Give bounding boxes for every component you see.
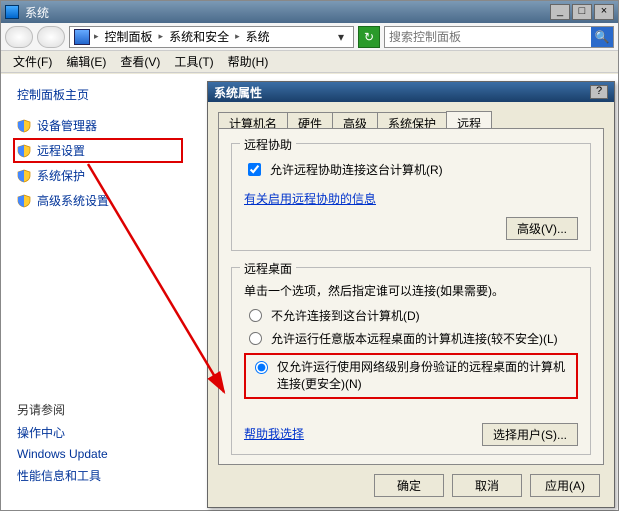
nav-back-button[interactable] — [5, 26, 33, 48]
menu-help[interactable]: 帮助(H) — [222, 51, 275, 72]
rd-option-deny[interactable]: 不允许连接到这台计算机(D) — [244, 307, 578, 324]
search-box: 🔍 — [384, 26, 614, 48]
chevron-right-icon: ▸ — [159, 31, 164, 42]
allow-remote-assistance-checkbox[interactable] — [248, 163, 261, 176]
dialog-titlebar: 系统属性 ? — [208, 82, 614, 102]
remote-assistance-info-link[interactable]: 有关启用远程协助的信息 — [244, 190, 376, 207]
dialog-help-button[interactable]: ? — [590, 85, 608, 99]
remote-desktop-instruction: 单击一个选项，然后指定谁可以连接(如果需要)。 — [244, 282, 578, 299]
window-titlebar: 系统 _ □ × — [1, 1, 618, 23]
group-remote-desktop: 远程桌面 单击一个选项，然后指定谁可以连接(如果需要)。 不允许连接到这台计算机… — [231, 267, 591, 455]
sidebar-header[interactable]: 控制面板主页 — [13, 86, 183, 103]
sidebar-item-label: 远程设置 — [37, 142, 85, 159]
cancel-button[interactable]: 取消 — [452, 474, 522, 497]
ok-button[interactable]: 确定 — [374, 474, 444, 497]
highlighted-option: 仅允许运行使用网络级别身份验证的远程桌面的计算机连接(更安全)(N) — [244, 353, 578, 399]
tab-panel-remote: 远程协助 允许远程协助连接这台计算机(R) 有关启用远程协助的信息 高级(V).… — [218, 128, 604, 465]
apply-button[interactable]: 应用(A) — [530, 474, 600, 497]
radio-label: 仅允许运行使用网络级别身份验证的远程桌面的计算机连接(更安全)(N) — [277, 359, 572, 393]
search-icon[interactable]: 🔍 — [591, 27, 613, 47]
chevron-right-icon: ▸ — [235, 31, 240, 42]
chevron-right-icon: ▸ — [94, 31, 99, 42]
breadcrumb-segment[interactable]: 控制面板 — [103, 28, 155, 45]
sidebar-item-remote-settings[interactable]: 远程设置 — [13, 138, 183, 163]
nav-forward-button[interactable] — [37, 26, 65, 48]
shield-icon — [17, 119, 31, 133]
shield-icon — [17, 144, 31, 158]
shield-icon — [17, 194, 31, 208]
breadcrumb-segment[interactable]: 系统 — [244, 28, 272, 45]
sidebar-item-label: 系统保护 — [37, 167, 85, 184]
breadcrumb-dropdown[interactable]: ▾ — [333, 30, 349, 44]
search-input[interactable] — [385, 30, 591, 44]
rd-option-any-version[interactable]: 允许运行任意版本远程桌面的计算机连接(较不安全)(L) — [244, 330, 578, 347]
menu-edit[interactable]: 编辑(E) — [60, 51, 112, 72]
help-me-choose-link[interactable]: 帮助我选择 — [244, 425, 304, 442]
sidebar-item-system-protection[interactable]: 系统保护 — [13, 163, 183, 188]
group-legend: 远程桌面 — [240, 260, 296, 277]
radio-label: 允许运行任意版本远程桌面的计算机连接(较不安全)(L) — [271, 330, 558, 347]
group-remote-assistance: 远程协助 允许远程协助连接这台计算机(R) 有关启用远程协助的信息 高级(V).… — [231, 143, 591, 251]
breadcrumb-icon — [74, 29, 90, 45]
see-also-link[interactable]: 操作中心 — [17, 424, 177, 441]
dialog-button-row: 确定 取消 应用(A) — [374, 474, 600, 497]
see-also-section: 另请参阅 操作中心 Windows Update 性能信息和工具 — [17, 401, 177, 490]
dialog-title: 系统属性 — [214, 84, 590, 101]
breadcrumb[interactable]: ▸ 控制面板 ▸ 系统和安全 ▸ 系统 ▾ — [69, 26, 354, 48]
menu-tools[interactable]: 工具(T) — [168, 51, 219, 72]
maximize-button[interactable]: □ — [572, 4, 592, 20]
sidebar-item-label: 高级系统设置 — [37, 192, 109, 209]
radio-label: 不允许连接到这台计算机(D) — [271, 307, 420, 324]
see-also-link[interactable]: 性能信息和工具 — [17, 467, 177, 484]
navigation-toolbar: ▸ 控制面板 ▸ 系统和安全 ▸ 系统 ▾ ↻ 🔍 — [1, 23, 618, 51]
rd-option-nla[interactable]: 仅允许运行使用网络级别身份验证的远程桌面的计算机连接(更安全)(N) — [250, 359, 572, 393]
menu-file[interactable]: 文件(F) — [7, 51, 58, 72]
group-legend: 远程协助 — [240, 136, 296, 153]
checkbox-label: 允许远程协助连接这台计算机(R) — [270, 161, 443, 178]
rd-radio-nla[interactable] — [255, 361, 268, 374]
minimize-button[interactable]: _ — [550, 4, 570, 20]
rd-radio-any[interactable] — [249, 332, 262, 345]
sidebar-item-advanced-settings[interactable]: 高级系统设置 — [13, 188, 183, 213]
see-also-link[interactable]: Windows Update — [17, 447, 177, 461]
see-also-header: 另请参阅 — [17, 401, 177, 418]
rd-radio-deny[interactable] — [249, 309, 262, 322]
remote-assistance-advanced-button[interactable]: 高级(V)... — [506, 217, 578, 240]
close-button[interactable]: × — [594, 4, 614, 20]
menu-bar: 文件(F) 编辑(E) 查看(V) 工具(T) 帮助(H) — [1, 51, 618, 73]
select-users-button[interactable]: 选择用户(S)... — [482, 423, 578, 446]
system-properties-dialog: 系统属性 ? 计算机名 硬件 高级 系统保护 远程 远程协助 允许远程协助连接这… — [207, 81, 615, 508]
window-title: 系统 — [25, 4, 550, 21]
refresh-button[interactable]: ↻ — [358, 26, 380, 48]
sidebar-item-device-manager[interactable]: 设备管理器 — [13, 113, 183, 138]
shield-icon — [17, 169, 31, 183]
breadcrumb-segment[interactable]: 系统和安全 — [167, 28, 231, 45]
sidebar-item-label: 设备管理器 — [37, 117, 97, 134]
system-icon — [5, 5, 19, 19]
menu-view[interactable]: 查看(V) — [114, 51, 166, 72]
sidebar: 控制面板主页 设备管理器 远程设置 系统保护 高级系统设置 — [13, 86, 183, 213]
